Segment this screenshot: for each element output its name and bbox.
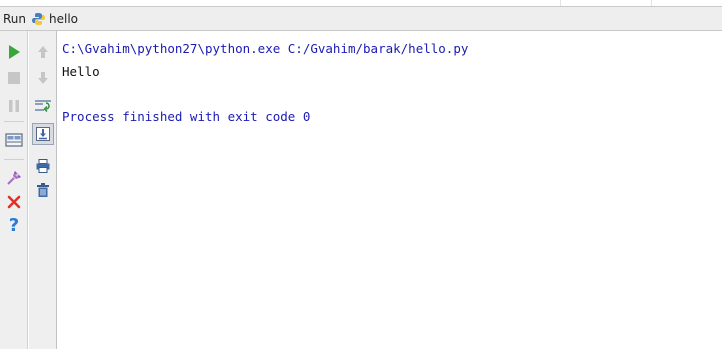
command-line: C:\Gvahim\python27\python.exe C:/Gvahim/…: [62, 41, 469, 56]
run-panel-title: Run: [3, 11, 27, 26]
scroll-to-end-button[interactable]: [32, 123, 54, 145]
close-button[interactable]: [3, 191, 25, 213]
arrow-down-icon: [38, 72, 48, 84]
print-button[interactable]: [32, 155, 54, 177]
run-config-name[interactable]: hello: [49, 12, 78, 26]
stop-button[interactable]: [3, 67, 25, 89]
up-stack-trace-button[interactable]: [32, 41, 54, 63]
rerun-icon: [9, 45, 20, 59]
help-button[interactable]: ?: [3, 215, 25, 237]
program-output: Hello: [62, 64, 100, 79]
pin-tab-button[interactable]: [3, 167, 25, 189]
down-stack-trace-button[interactable]: [32, 67, 54, 89]
rerun-button[interactable]: [3, 41, 25, 63]
pin-icon: [7, 171, 21, 185]
print-icon: [36, 159, 50, 173]
arrow-up-icon: [38, 46, 48, 58]
restore-layout-icon: [5, 133, 23, 147]
pause-button[interactable]: [3, 95, 25, 117]
soft-wrap-button[interactable]: [32, 95, 54, 117]
restore-layout-button[interactable]: [3, 129, 25, 151]
python-icon: [31, 12, 46, 26]
toolbar-separator: [4, 159, 24, 160]
help-icon: ?: [8, 215, 20, 236]
pause-icon: [9, 100, 19, 112]
exit-message: Process finished with exit code 0: [62, 109, 311, 124]
right-toolbar: [29, 31, 57, 349]
left-toolbar: ?: [0, 31, 28, 349]
console-output[interactable]: C:\Gvahim\python27\python.exe C:/Gvahim/…: [57, 31, 722, 349]
trash-icon: [37, 183, 49, 197]
toolbar-separator: [4, 121, 24, 122]
scroll-to-end-icon: [36, 127, 50, 141]
close-icon: [7, 195, 21, 209]
stop-icon: [8, 72, 20, 84]
clear-all-button[interactable]: [32, 179, 54, 201]
run-panel-header: Run hello: [0, 6, 722, 31]
soft-wrap-icon: [35, 100, 51, 113]
